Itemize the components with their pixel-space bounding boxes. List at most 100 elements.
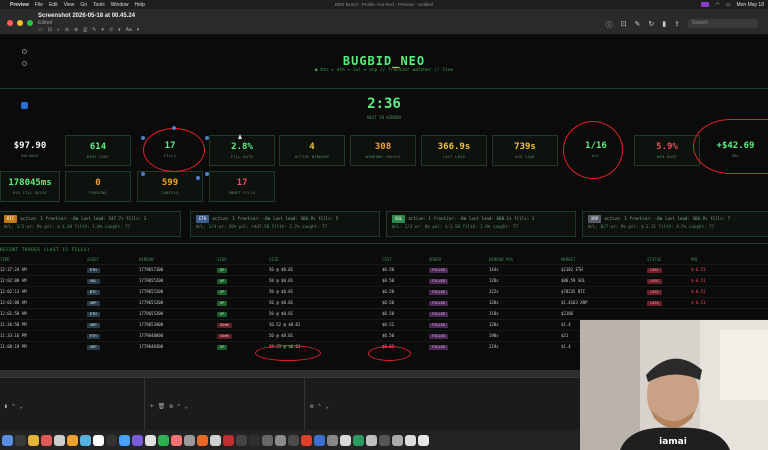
- trash-icon[interactable]: 🗑: [158, 403, 166, 410]
- menu-app-name[interactable]: Preview: [10, 2, 29, 8]
- dock-app-icon[interactable]: [54, 434, 65, 446]
- column-header[interactable]: WINDOW: [139, 256, 217, 264]
- chevron-down-icon[interactable]: ⌄: [185, 403, 189, 410]
- dock-app-icon[interactable]: [171, 434, 182, 446]
- column-header[interactable]: ASSET: [87, 256, 139, 264]
- selection-handle-icon[interactable]: [196, 176, 200, 180]
- dock-app-icon[interactable]: [106, 434, 117, 446]
- wifi-icon[interactable]: ◠: [715, 2, 719, 8]
- selection-handle-icon[interactable]: [172, 126, 176, 130]
- menu-datetime[interactable]: Mon May 18: [736, 2, 764, 8]
- rotate-icon[interactable]: ↺: [109, 27, 113, 33]
- dock-app-icon[interactable]: [145, 434, 156, 446]
- column-header[interactable]: ORDER: [429, 256, 489, 264]
- table-row[interactable]: 12:02:08 AM SOL 1779655200 UP 50 @ $0.01 $0.5…: [0, 274, 768, 286]
- menu-edit[interactable]: Edit: [49, 2, 58, 8]
- highlight-icon[interactable]: ▮: [662, 20, 666, 30]
- chevron-down-icon[interactable]: ⌄: [325, 403, 329, 410]
- dock-app-icon[interactable]: [132, 434, 143, 446]
- chevron-up-icon[interactable]: ⌃: [12, 403, 16, 410]
- dock-app-icon[interactable]: [67, 434, 78, 446]
- annotation-circle[interactable]: [368, 346, 411, 361]
- dock-app-icon[interactable]: [236, 434, 247, 446]
- dock-app-icon[interactable]: [301, 434, 312, 446]
- column-header[interactable]: WINDOW POS: [489, 256, 561, 264]
- chevron-down-icon[interactable]: ▾: [118, 27, 121, 33]
- dock-app-icon[interactable]: [262, 434, 273, 446]
- chevron-down-icon[interactable]: ▾: [101, 27, 104, 33]
- table-row[interactable]: 12:02:08 AM XRP 1779655200 UP 50 @ $0.01 $0.5…: [0, 296, 768, 308]
- dock-app-icon[interactable]: [392, 434, 403, 446]
- chevron-down-icon[interactable]: ▾: [137, 27, 140, 33]
- column-header[interactable]: MARKET: [561, 256, 647, 264]
- close-icon[interactable]: [7, 20, 13, 26]
- column-header[interactable]: STATUS: [647, 256, 691, 264]
- zoom-icon[interactable]: [27, 20, 33, 26]
- selection-handle-icon[interactable]: [141, 172, 145, 176]
- dock-app-icon[interactable]: [353, 434, 364, 446]
- selection-handle-icon[interactable]: [205, 172, 209, 176]
- column-header[interactable]: PNL: [691, 256, 768, 264]
- dock-app-icon[interactable]: [93, 434, 104, 446]
- menu-window[interactable]: Window: [111, 2, 129, 8]
- battery-icon[interactable]: ▭: [726, 2, 731, 8]
- annotation-circle[interactable]: [255, 345, 321, 361]
- dock-app-icon[interactable]: [288, 434, 299, 446]
- annotation-circle[interactable]: [563, 121, 623, 179]
- dock-app-icon[interactable]: [418, 434, 429, 446]
- dock-app-icon[interactable]: [379, 434, 390, 446]
- table-row[interactable]: 12:37:24 AM ETH 1779657300 UP 50 @ $0.01 $0.5…: [0, 263, 768, 275]
- column-header[interactable]: SIDE: [217, 256, 269, 264]
- zoom-out-icon[interactable]: ⊖: [65, 27, 69, 33]
- dock-app-icon[interactable]: [2, 434, 13, 446]
- minimize-icon[interactable]: [17, 20, 23, 26]
- search-input[interactable]: Search: [688, 19, 758, 28]
- dock-app-icon[interactable]: [275, 434, 286, 446]
- gear-icon[interactable]: ⚙: [169, 403, 173, 410]
- chevron-down-icon[interactable]: ⌄: [19, 403, 23, 410]
- settings-icon[interactable]: ⚙: [310, 403, 314, 410]
- rotate-right-icon[interactable]: ↻: [648, 20, 654, 30]
- share-icon[interactable]: ⎙: [83, 27, 87, 33]
- column-header[interactable]: SIZE: [269, 256, 382, 264]
- selection-handle-icon[interactable]: [141, 136, 145, 140]
- menu-file[interactable]: File: [35, 2, 43, 8]
- chevron-up-icon[interactable]: ⌃: [177, 403, 181, 410]
- zoom-fit-icon[interactable]: ⌕: [57, 27, 60, 33]
- menu-view[interactable]: View: [64, 2, 75, 8]
- record-icon[interactable]: [701, 2, 710, 7]
- column-header[interactable]: COST: [382, 256, 429, 264]
- table-row[interactable]: 12:02:13 AM BTC 1779655200 UP 50 @ $0.01 $0.5…: [0, 285, 768, 297]
- zoom-in-icon[interactable]: ⊕: [74, 27, 78, 33]
- dock-app-icon[interactable]: [197, 434, 208, 446]
- text-style-icon[interactable]: Aa: [126, 27, 132, 33]
- pen-icon[interactable]: ✎: [635, 20, 641, 30]
- dock-app-icon[interactable]: [314, 434, 325, 446]
- bar-icon[interactable]: ▮: [4, 403, 8, 410]
- dock-app-icon[interactable]: [15, 434, 26, 446]
- menu-help[interactable]: Help: [135, 2, 145, 8]
- sidebar-toggle-icon[interactable]: ▭: [38, 27, 43, 33]
- column-header[interactable]: TIME: [0, 256, 87, 264]
- chevron-up-icon[interactable]: ⌃: [318, 403, 322, 410]
- dock-app-icon[interactable]: [249, 434, 260, 446]
- share-icon[interactable]: ⇪: [674, 20, 680, 30]
- dock-app-icon[interactable]: [223, 434, 234, 446]
- dock-app-icon[interactable]: [41, 434, 52, 446]
- dock-app-icon[interactable]: [28, 434, 39, 446]
- view-icon[interactable]: ⊡: [48, 27, 52, 33]
- annotation-circle[interactable]: [143, 128, 205, 172]
- selection-handle-icon[interactable]: [205, 136, 209, 140]
- markup-pen-icon[interactable]: ✎: [92, 27, 96, 33]
- dock-app-icon[interactable]: [340, 434, 351, 446]
- menu-go[interactable]: Go: [80, 2, 87, 8]
- menu-tools[interactable]: Tools: [93, 2, 105, 8]
- dock-app-icon[interactable]: [80, 434, 91, 446]
- dock-app-icon[interactable]: [327, 434, 338, 446]
- info-icon[interactable]: ⓘ: [606, 20, 613, 30]
- dock-app-icon[interactable]: [405, 434, 416, 446]
- dock-app-icon[interactable]: [184, 434, 195, 446]
- add-icon[interactable]: +: [150, 403, 154, 410]
- crop-icon[interactable]: ⊡: [621, 20, 627, 30]
- dock-app-icon[interactable]: [366, 434, 377, 446]
